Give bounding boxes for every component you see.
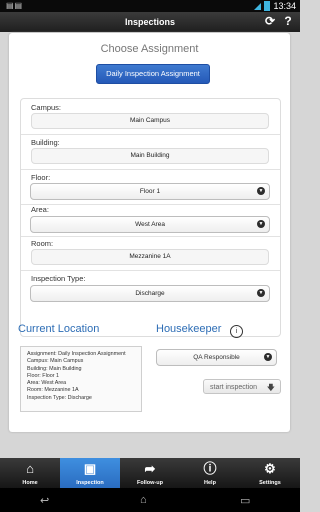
campus-field: Main Campus — [31, 113, 269, 129]
main-card: Choose Assignment Daily Inspection Assig… — [9, 33, 290, 432]
arrow-down-icon: 🡇 — [266, 383, 275, 392]
floor-select-value: Floor 1 — [139, 188, 161, 195]
notification-icons: ▤▤ — [6, 1, 24, 10]
current-location-title: Current Location — [18, 323, 100, 335]
campus-label: Campus: — [31, 103, 62, 112]
chevron-down-icon: ▼ — [257, 187, 265, 195]
choose-assignment-title: Choose Assignment — [100, 43, 199, 55]
gear-icon: ⚙ — [264, 461, 276, 476]
summary-line: Room: Mezzanine 1A — [27, 387, 79, 394]
inspection-type-value: Discharge — [135, 290, 165, 297]
summary-line: Floor: Floor 1 — [27, 372, 60, 379]
tab-bar: ⌂ Home ▣ Inspection ➦ Follow-up ⓘ Help ⚙… — [0, 458, 300, 488]
system-nav-bar: ↩ ⌂ ▭ — [0, 488, 300, 512]
tab-help[interactable]: ⓘ Help — [180, 458, 240, 488]
inspection-type-select[interactable]: Discharge ▼ — [30, 285, 270, 302]
divider — [21, 204, 280, 205]
floor-select[interactable]: Floor 1 ▼ — [30, 183, 270, 200]
clock: 13:34 — [273, 1, 296, 11]
tab-home[interactable]: ⌂ Home — [0, 458, 60, 488]
home-icon: ⌂ — [26, 461, 34, 476]
tab-label: Help — [204, 480, 216, 486]
housekeeper-select[interactable]: QA Responsible ▼ — [156, 349, 277, 366]
summary-line: Area: West Area — [27, 380, 67, 387]
tab-follow-up[interactable]: ➦ Follow-up — [120, 458, 180, 488]
recent-apps-icon[interactable]: ▭ — [240, 494, 250, 507]
back-icon[interactable]: ↩ — [40, 494, 49, 507]
housekeeper-title: Housekeeper — [156, 323, 222, 335]
current-location-summary: Assignment: Daily Inspection Assignment … — [20, 346, 142, 412]
tab-inspection[interactable]: ▣ Inspection — [60, 458, 120, 488]
start-inspection-button[interactable]: start inspection 🡇 — [203, 379, 281, 394]
start-inspection-label: start inspection — [210, 384, 258, 391]
followup-icon: ➦ — [144, 461, 156, 476]
info-icon[interactable]: i — [230, 325, 243, 338]
tab-label: Inspection — [76, 480, 104, 486]
battery-icon — [264, 1, 271, 11]
summary-line: Campus: Main Campus — [27, 358, 84, 365]
divider — [21, 270, 280, 271]
help-icon: ⓘ — [203, 461, 217, 476]
signal-icon — [254, 2, 262, 10]
room-field: Mezzanine 1A — [31, 249, 269, 265]
chevron-down-icon: ▼ — [257, 220, 265, 228]
inspection-type-label: Inspection Type: — [31, 274, 86, 283]
chevron-down-icon: ▼ — [264, 353, 272, 361]
home-button-icon[interactable]: ⌂ — [140, 494, 147, 506]
divider — [21, 134, 280, 135]
divider — [21, 169, 280, 170]
housekeeper-select-value: QA Responsible — [193, 354, 240, 361]
area-select[interactable]: West Area ▼ — [30, 216, 270, 233]
assignment-button[interactable]: Daily Inspection Assignment — [96, 64, 210, 84]
summary-line: Assignment: Daily Inspection Assignment — [27, 351, 126, 357]
tab-label: Settings — [259, 480, 281, 486]
page-title: Inspections — [124, 17, 175, 27]
app-header: Inspections ⟳ ? — [0, 12, 300, 32]
tab-settings[interactable]: ⚙ Settings — [240, 458, 300, 488]
building-field: Main Building — [31, 148, 269, 164]
location-fields: Campus: Main Campus Building: Main Build… — [20, 98, 281, 337]
area-select-value: West Area — [135, 221, 165, 228]
room-label: Room: — [31, 239, 54, 248]
refresh-icon[interactable]: ⟳ — [264, 15, 276, 27]
question-icon[interactable]: ? — [282, 15, 294, 27]
chevron-down-icon: ▼ — [257, 289, 265, 297]
floor-label: Floor: — [31, 173, 51, 182]
tab-label: Home — [22, 480, 38, 486]
inspection-icon: ▣ — [83, 461, 97, 476]
summary-line: Inspection Type: Discharge — [27, 394, 92, 401]
status-bar: ▤▤ 13:34 — [0, 0, 300, 12]
area-label: Area: — [31, 205, 49, 214]
tab-label: Follow-up — [137, 480, 163, 486]
building-label: Building: — [31, 138, 60, 147]
summary-line: Building: Main Building — [27, 365, 82, 372]
divider — [21, 236, 280, 237]
